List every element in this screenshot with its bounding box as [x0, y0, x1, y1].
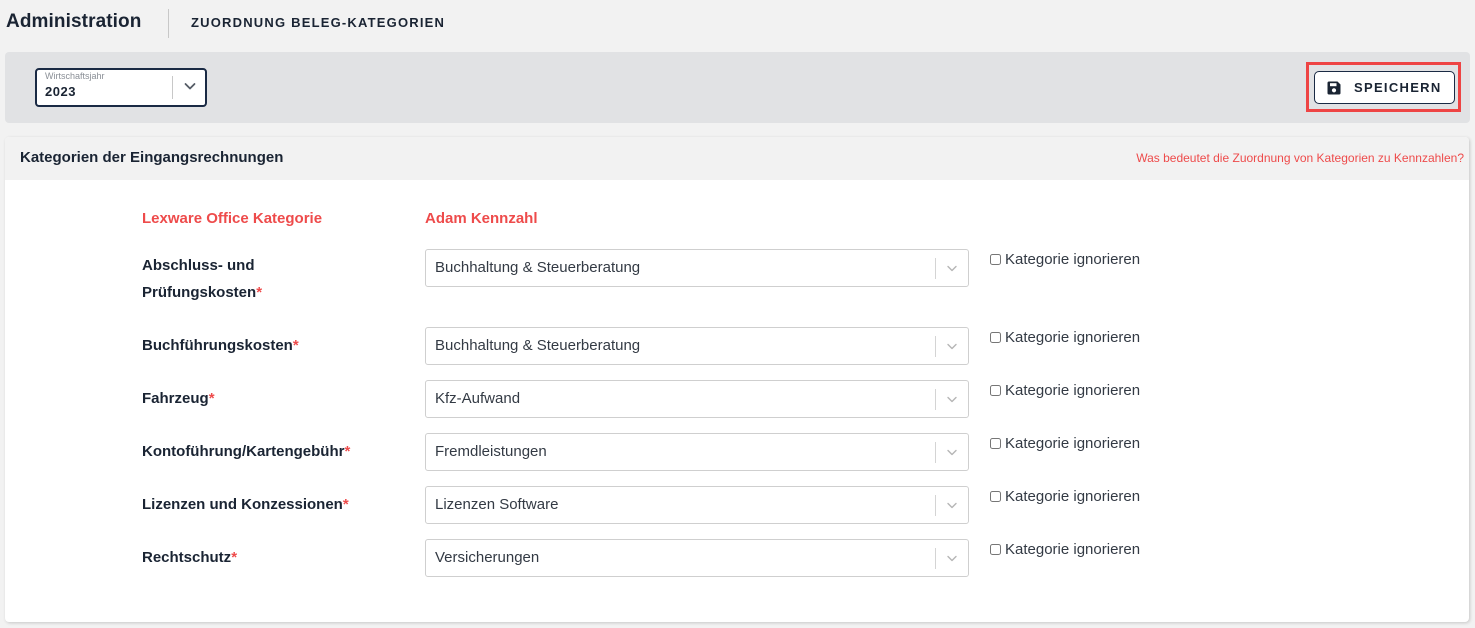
kennzahl-select-value: Lizenzen Software [435, 496, 559, 513]
kennzahl-select-value: Fremdleistungen [435, 443, 547, 460]
toolbar: Wirtschaftsjahr 2023 SPEICHERN [5, 52, 1470, 123]
category-label-text: Rechtschutz [142, 549, 232, 566]
select-divider [935, 389, 936, 410]
category-label-text: Kontoführung/Kartengebühr [142, 443, 345, 460]
ignore-category-checkbox[interactable]: Kategorie ignorieren [990, 541, 1140, 558]
ignore-checkbox-label: Kategorie ignorieren [1005, 382, 1141, 399]
ignore-checkbox-label: Kategorie ignorieren [1005, 251, 1141, 268]
save-button-label: SPEICHERN [1354, 80, 1442, 95]
kennzahl-select[interactable]: Versicherungen [425, 539, 969, 577]
ignore-checkbox[interactable] [990, 332, 1001, 343]
panel-header: Kategorien der Eingangsrechnungen Was be… [5, 137, 1469, 180]
fiscal-year-value: 2023 [45, 84, 76, 99]
category-label: Fahrzeug* [142, 385, 402, 412]
category-label: Lizenzen und Konzessionen* [142, 491, 402, 518]
select-divider [935, 495, 936, 516]
chevron-down-icon[interactable] [945, 445, 959, 459]
ignore-category-checkbox[interactable]: Kategorie ignorieren [990, 329, 1140, 346]
kennzahl-select[interactable]: Lizenzen Software [425, 486, 969, 524]
kennzahl-select-value: Buchhaltung & Steuerberatung [435, 259, 641, 276]
kennzahl-select-value: Buchhaltung & Steuerberatung [435, 337, 641, 354]
select-divider [172, 76, 173, 99]
category-label-text: Fahrzeug [142, 390, 209, 407]
category-label-line2: Prüfungskosten [142, 284, 257, 301]
kennzahl-select[interactable]: Kfz-Aufwand [425, 380, 969, 418]
required-marker: * [344, 443, 351, 460]
category-label-text: Buchführungskosten [142, 337, 293, 354]
select-divider [935, 548, 936, 569]
title-divider [168, 9, 169, 38]
ignore-checkbox-label: Kategorie ignorieren [1005, 435, 1141, 452]
category-label: Kontoführung/Kartengebühr* [142, 438, 402, 465]
ignore-category-checkbox[interactable]: Kategorie ignorieren [990, 382, 1140, 399]
chevron-down-icon[interactable] [945, 339, 959, 353]
chevron-down-icon[interactable] [182, 78, 198, 94]
ignore-checkbox[interactable] [990, 438, 1001, 449]
ignore-checkbox-label: Kategorie ignorieren [1005, 488, 1141, 505]
column-header-kennzahl: Adam Kennzahl [425, 210, 538, 227]
category-label: Abschluss- und Prüfungskosten* [142, 252, 402, 306]
fiscal-year-select[interactable]: Wirtschaftsjahr 2023 [35, 68, 207, 107]
floppy-disk-icon [1327, 81, 1341, 94]
kennzahl-select-value: Versicherungen [435, 549, 540, 566]
required-marker: * [231, 549, 238, 566]
ignore-checkbox-label: Kategorie ignorieren [1005, 329, 1141, 346]
ignore-checkbox[interactable] [990, 385, 1001, 396]
kennzahl-select[interactable]: Buchhaltung & Steuerberatung [425, 249, 969, 287]
fiscal-year-label: Wirtschaftsjahr [45, 71, 105, 81]
kennzahl-select[interactable]: Buchhaltung & Steuerberatung [425, 327, 969, 365]
chevron-down-icon[interactable] [945, 551, 959, 565]
kennzahl-select-value: Kfz-Aufwand [435, 390, 521, 407]
categories-panel: Kategorien der Eingangsrechnungen Was be… [5, 137, 1469, 622]
top-bar: Administration ZUORDNUNG BELEG-KATEGORIE… [0, 0, 1475, 46]
chevron-down-icon[interactable] [945, 261, 959, 275]
required-marker: * [292, 337, 299, 354]
kennzahl-select[interactable]: Fremdleistungen [425, 433, 969, 471]
app-title: Administration [6, 11, 142, 32]
ignore-checkbox-label: Kategorie ignorieren [1005, 541, 1141, 558]
category-label: Rechtschutz* [142, 544, 402, 571]
required-marker: * [208, 390, 215, 407]
category-label: Buchführungskosten* [142, 332, 402, 359]
chevron-down-icon[interactable] [945, 392, 959, 406]
select-divider [935, 258, 936, 279]
required-marker: * [342, 496, 349, 513]
ignore-category-checkbox[interactable]: Kategorie ignorieren [990, 488, 1140, 505]
select-divider [935, 442, 936, 463]
category-label-text: Lizenzen und Konzessionen [142, 496, 343, 513]
category-label-line1: Abschluss- und [142, 257, 255, 274]
ignore-category-checkbox[interactable]: Kategorie ignorieren [990, 435, 1140, 452]
select-divider [935, 336, 936, 357]
required-marker: * [256, 284, 263, 301]
ignore-checkbox[interactable] [990, 254, 1001, 265]
chevron-down-icon[interactable] [945, 498, 959, 512]
ignore-category-checkbox[interactable]: Kategorie ignorieren [990, 251, 1140, 268]
column-header-category: Lexware Office Kategorie [142, 210, 323, 227]
help-link[interactable]: Was bedeutet die Zuordnung von Kategorie… [1136, 151, 1464, 165]
page-subtitle: ZUORDNUNG BELEG-KATEGORIEN [191, 15, 446, 30]
panel-title: Kategorien der Eingangsrechnungen [20, 149, 284, 166]
save-button[interactable]: SPEICHERN [1314, 71, 1455, 104]
ignore-checkbox[interactable] [990, 544, 1001, 555]
ignore-checkbox[interactable] [990, 491, 1001, 502]
